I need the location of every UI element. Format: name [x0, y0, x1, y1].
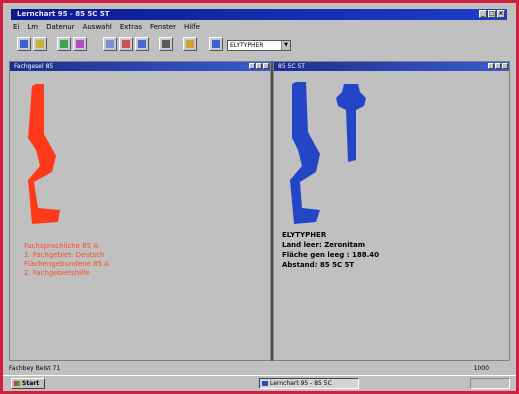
right-info-line: Fläche gen leeg : 188.40 [282, 251, 379, 259]
system-clock [470, 378, 510, 389]
left-window-controls [249, 63, 269, 69]
close-button[interactable]: × [497, 10, 505, 18]
menu-item[interactable]: Ei [13, 22, 19, 32]
paste-icon [138, 40, 146, 48]
open-button[interactable] [33, 37, 47, 51]
left-info-line: Fachsprachliche 85 A [24, 242, 99, 250]
print-icon [76, 40, 84, 48]
status-text: Fachbey Belst 71 [9, 365, 61, 372]
left-info-line: 1. Fachgebiet: Deutsch [24, 251, 105, 259]
blue-tower-path [336, 84, 366, 162]
blue-tower-shape[interactable] [334, 84, 368, 162]
minimize-button[interactable]: _ [479, 10, 487, 18]
right-close-button[interactable] [502, 63, 508, 69]
left-maximize-button[interactable] [256, 63, 262, 69]
window-title: Lernchart 95 - 85 5C 5T [17, 10, 110, 18]
left-document-window: Fachgesel 85 Fachsprachliche 85 A 1. Fac… [9, 61, 271, 361]
tool-icon [162, 40, 170, 48]
app-icon [262, 381, 268, 386]
copy-button[interactable] [119, 37, 133, 51]
menu-item[interactable]: Extras [120, 22, 142, 32]
menu-item[interactable]: Hilfe [184, 22, 200, 32]
right-window-controls [488, 63, 508, 69]
tool-button[interactable] [159, 37, 173, 51]
chevron-down-icon[interactable]: ▼ [281, 41, 290, 50]
chart-icon [186, 40, 194, 48]
menu-item[interactable]: Fenster [150, 22, 176, 32]
open-icon [36, 40, 44, 48]
left-info-text: Fachsprachliche 85 A 1. Fachgebiet: Deut… [24, 242, 109, 278]
cut-button[interactable] [103, 37, 117, 51]
taskbar: Start Lernchart 95 - 85 5C [3, 375, 516, 391]
back-button[interactable] [209, 37, 223, 51]
taskbar-app-label: Lernchart 95 - 85 5C [270, 380, 332, 387]
red-key-shape[interactable] [24, 84, 64, 226]
menu-item[interactable]: Datenur [46, 22, 74, 32]
toolbar: ELYTYPHER ▼ [13, 34, 507, 58]
menu-bar: Ei Lm Datenur Auswahl Extras Fenster Hil… [13, 22, 200, 32]
left-close-button[interactable] [263, 63, 269, 69]
windows-logo-icon [14, 381, 20, 386]
left-info-line: 2. Fachgebietshilfe [24, 269, 90, 277]
new-button[interactable] [17, 37, 31, 51]
left-window-title: Fachgesel 85 [14, 63, 54, 70]
new-icon [20, 40, 28, 48]
red-key-path [28, 84, 60, 224]
left-window-title-bar[interactable]: Fachgesel 85 [10, 62, 270, 71]
screen: Lernchart 95 - 85 5C 5T _ □ × Ei Lm Date… [3, 3, 516, 391]
maximize-button[interactable]: □ [488, 10, 496, 18]
right-maximize-button[interactable] [495, 63, 501, 69]
chart-button[interactable] [183, 37, 197, 51]
copy-icon [122, 40, 130, 48]
left-minimize-button[interactable] [249, 63, 255, 69]
menu-item[interactable]: Lm [27, 22, 38, 32]
status-bar: Fachbey Belst 71 1000 [9, 364, 509, 373]
window-controls: _ □ × [479, 10, 505, 18]
right-info-text: ELYTYPHER Land leer: Zeronitam Fläche ge… [282, 230, 379, 270]
left-info-line: Flächengebundene 85 A [24, 260, 109, 268]
typeface-select-value: ELYTYPHER [230, 42, 264, 49]
blue-key-shape[interactable] [286, 82, 326, 224]
right-minimize-button[interactable] [488, 63, 494, 69]
menu-item[interactable]: Auswahl [83, 22, 112, 32]
paste-button[interactable] [135, 37, 149, 51]
right-window-title-bar[interactable]: 85 5C 5T [274, 62, 509, 71]
green-icon [60, 40, 68, 48]
typeface-select[interactable]: ELYTYPHER ▼ [227, 40, 291, 51]
taskbar-app-item[interactable]: Lernchart 95 - 85 5C [259, 378, 359, 389]
start-button[interactable]: Start [11, 378, 45, 389]
green-button[interactable] [57, 37, 71, 51]
main-title-bar[interactable]: Lernchart 95 - 85 5C 5T _ □ × [11, 9, 507, 20]
cut-icon [106, 40, 114, 48]
back-icon [212, 40, 220, 48]
right-info-line: Abstand: 85 5C 5T [282, 261, 355, 269]
right-info-line: Land leer: Zeronitam [282, 241, 366, 249]
start-label: Start [22, 380, 40, 387]
status-counter: 1000 [473, 365, 489, 372]
blue-key-path [290, 82, 320, 224]
right-info-line: ELYTYPHER [282, 231, 327, 239]
print-button[interactable] [73, 37, 87, 51]
right-window-title: 85 5C 5T [278, 63, 305, 70]
right-document-window: 85 5C 5T ELYTYPHER Land leer: Zeronitam … [273, 61, 510, 361]
